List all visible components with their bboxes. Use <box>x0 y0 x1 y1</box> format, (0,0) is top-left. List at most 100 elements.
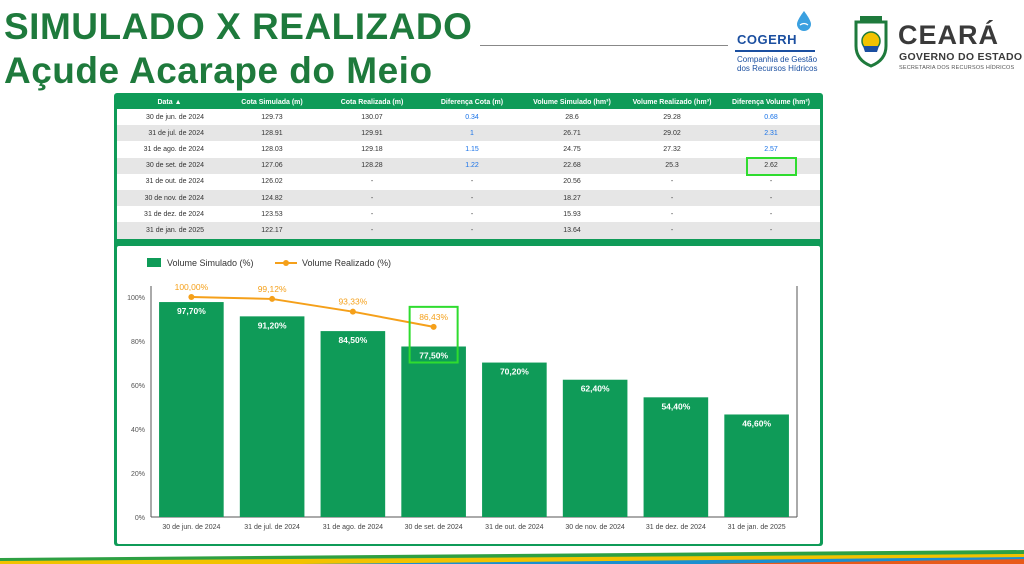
bar <box>320 331 386 517</box>
table-cell: 20.56 <box>522 173 622 190</box>
footer-stripe <box>0 550 1024 564</box>
legend-swatch-simulado <box>147 258 161 267</box>
line-data-label: 86,43% <box>419 312 448 322</box>
line-point <box>188 294 195 300</box>
table-cell: - <box>422 173 522 190</box>
x-tick-label: 30 de jun. de 2024 <box>162 524 220 531</box>
bar <box>401 346 466 517</box>
bar-data-label: 77,50% <box>419 351 448 361</box>
volume-chart: Volume Simulado (%) Volume Realizado (%)… <box>127 258 798 531</box>
table-cell: 123.53 <box>222 206 322 223</box>
x-tick-label: 31 de jan. de 2025 <box>728 524 786 531</box>
table-cell: 2.31 <box>722 125 820 142</box>
data-table: Data ▲ Cota Simulada (m) Cota Realizada … <box>117 95 820 239</box>
table-cell: 128.28 <box>322 157 422 174</box>
page-title: SIMULADO X REALIZADO <box>4 6 473 47</box>
table-cell: 15.93 <box>522 206 622 223</box>
line-data-label: 99,12% <box>258 284 287 294</box>
table-cell: - <box>322 173 422 190</box>
table-cell: 1 <box>422 125 522 142</box>
table-cell: 0.34 <box>422 109 522 126</box>
table-cell: 1.15 <box>422 141 522 158</box>
column-header[interactable]: Diferença Cota (m) <box>422 95 522 109</box>
table-row: 31 de jan. de 2025 122.17 - - 13.64 - - <box>117 222 820 239</box>
column-header[interactable]: Cota Realizada (m) <box>322 95 422 109</box>
table-row: 31 de out. de 2024 126.02 - - 20.56 - - <box>117 173 820 190</box>
cogerh-logo: COGERH Companhia de Gestão dos Recursos … <box>733 8 843 78</box>
y-tick-label: 0% <box>135 515 145 522</box>
bar-data-label: 70,20% <box>500 367 529 377</box>
table-row: 31 de dez. de 2024 123.53 - - 15.93 - - <box>117 206 820 223</box>
table-cell: 31 de ago. de 2024 <box>117 141 222 158</box>
bar <box>159 302 224 517</box>
ceara-secretariat: SECRETARIA DOS RECURSOS HÍDRICOS <box>899 65 1015 71</box>
bar <box>724 414 789 517</box>
y-tick-label: 100% <box>127 295 145 302</box>
bar-data-label: 62,40% <box>581 384 610 394</box>
table-cell: 27.32 <box>622 141 722 158</box>
table-cell: 13.64 <box>522 222 622 239</box>
bar-data-label: 54,40% <box>661 401 690 411</box>
cogerh-subtitle: Companhia de Gestão dos Recursos Hídrico… <box>737 55 818 73</box>
bar <box>482 362 547 517</box>
bar <box>562 379 628 517</box>
table-cell: - <box>722 173 820 190</box>
x-tick-label: 31 de jul. de 2024 <box>244 524 300 531</box>
table-cell: 30 de jun. de 2024 <box>117 109 222 126</box>
column-header-date[interactable]: Data ▲ <box>117 95 222 109</box>
table-cell: - <box>322 189 422 207</box>
line-point <box>269 295 276 302</box>
column-header[interactable]: Cota Simulada (m) <box>222 95 322 109</box>
page-subtitle: Açude Acarape do Meio <box>4 50 433 91</box>
table-cell: 126.02 <box>222 173 322 190</box>
table-cell: - <box>622 173 722 190</box>
table-cell: - <box>722 189 820 207</box>
column-header[interactable]: Volume Realizado (hm³) <box>622 95 722 109</box>
y-tick-label: 60% <box>131 383 145 390</box>
column-header[interactable]: Volume Simulado (hm³) <box>522 95 622 109</box>
cogerh-bar <box>735 50 815 52</box>
legend-marker-realizado <box>283 260 289 266</box>
table-row: 31 de jul. de 2024 128.91 129.91 1 26.71… <box>117 125 820 142</box>
line-series-realizado <box>191 296 434 328</box>
table-cell: 129.73 <box>222 109 322 126</box>
table-cell: 130.07 <box>322 109 422 126</box>
table-cell: 28.6 <box>522 109 622 126</box>
table-cell: - <box>622 189 722 207</box>
y-tick-label: 80% <box>131 339 145 346</box>
table-cell: 127.06 <box>222 157 322 174</box>
table-cell: 124.82 <box>222 189 322 207</box>
table-cell: - <box>422 206 522 223</box>
table-row: 30 de nov. de 2024 124.82 - - 18.27 - - <box>117 189 820 207</box>
bar-data-label: 97,70% <box>177 306 206 316</box>
y-tick-label: 20% <box>131 471 145 478</box>
table-cell: - <box>322 206 422 223</box>
table-cell: 31 de jan. de 2025 <box>117 222 222 239</box>
table-cell: - <box>422 189 522 207</box>
cogerh-name: COGERH <box>737 32 798 47</box>
table-highlight-box <box>746 157 797 176</box>
table-cell: 1.22 <box>422 157 522 174</box>
table-cell: 122.17 <box>222 222 322 239</box>
ceara-name: CEARÁ <box>898 20 1000 50</box>
table-cell: 22.68 <box>522 157 622 174</box>
table-cell: 129.18 <box>322 141 422 158</box>
table-cell: 30 de nov. de 2024 <box>117 189 222 207</box>
legend-label-realizado: Volume Realizado (%) <box>302 258 391 268</box>
table-cell: - <box>722 222 820 239</box>
ceara-government: GOVERNO DO ESTADO <box>899 51 1023 63</box>
table-row: 31 de ago. de 2024 128.03 129.18 1.15 24… <box>117 141 820 158</box>
line-point <box>430 323 437 330</box>
table-cell: - <box>622 222 722 239</box>
line-point <box>349 308 356 315</box>
column-header[interactable]: Diferença Volume (hm³) <box>722 95 820 109</box>
table-cell: 129.91 <box>322 125 422 142</box>
table-cell: 30 de set. de 2024 <box>117 157 222 174</box>
title-divider <box>480 45 728 46</box>
x-tick-label: 30 de set. de 2024 <box>405 524 463 531</box>
bar-data-label: 91,20% <box>258 320 287 330</box>
table-cell: - <box>422 222 522 239</box>
ceara-logo: CEARÁ GOVERNO DO ESTADO SECRETARIA DOS R… <box>848 14 1024 74</box>
x-tick-label: 31 de out. de 2024 <box>485 524 543 531</box>
line-data-label: 93,33% <box>338 297 367 307</box>
